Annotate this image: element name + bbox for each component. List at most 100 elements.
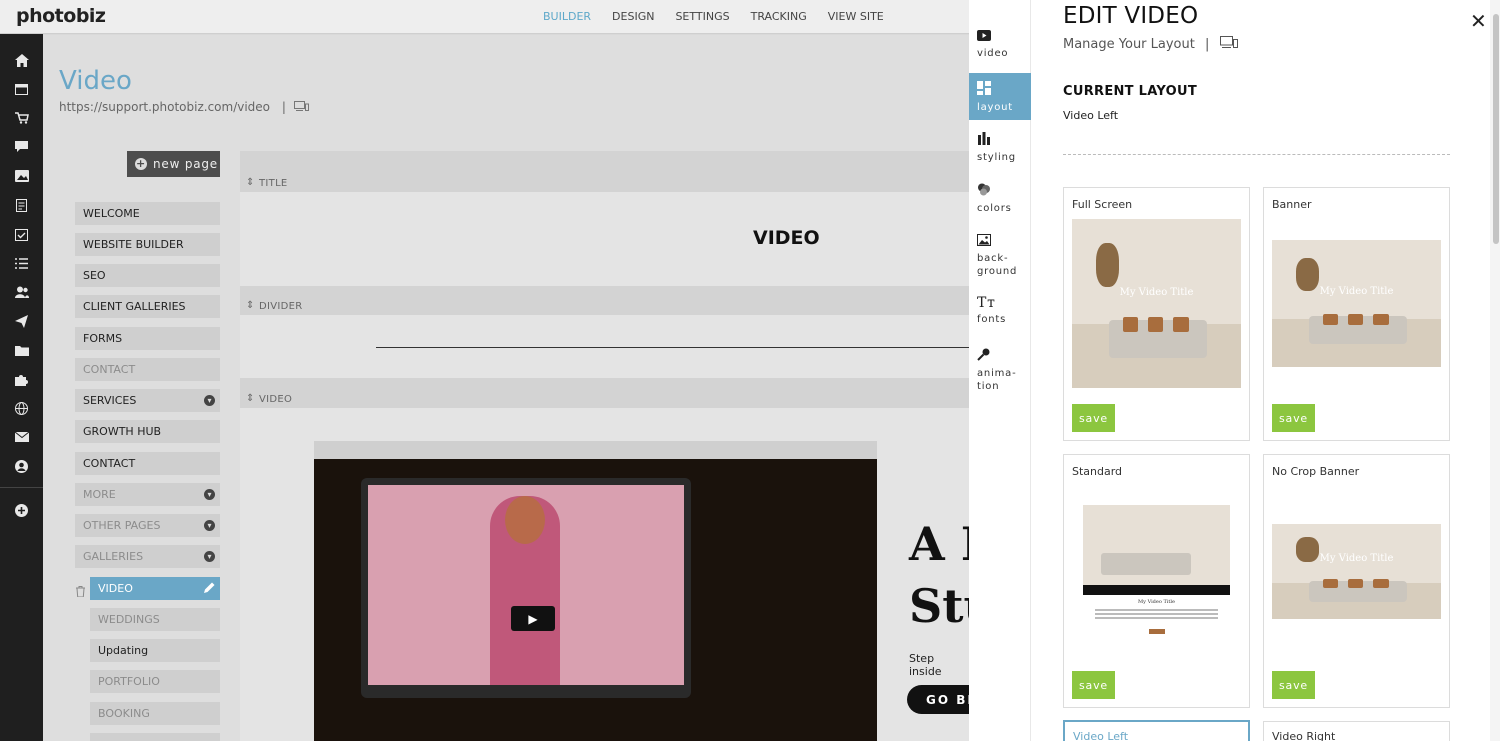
page-item-contact[interactable]: CONTACT xyxy=(75,452,220,475)
chat-icon[interactable] xyxy=(0,136,43,158)
thumb-title: My Video Title xyxy=(1119,286,1194,298)
subpage-item-video[interactable]: VIDEO xyxy=(90,577,220,600)
styling-icon xyxy=(977,132,1031,148)
person-head xyxy=(505,496,545,544)
calendar-check-icon[interactable] xyxy=(0,223,43,245)
devices-icon[interactable] xyxy=(293,100,309,114)
chevron-down-icon[interactable]: ▾ xyxy=(204,551,215,562)
section-label-video: VIDEO xyxy=(259,394,293,405)
home-icon[interactable] xyxy=(0,49,43,71)
layout-thumbnail: My Video Title xyxy=(1272,524,1441,619)
send-icon[interactable] xyxy=(0,310,43,332)
tab-label: colors xyxy=(977,203,1012,214)
play-icon[interactable]: ▶ xyxy=(511,606,555,631)
chevron-down-icon[interactable]: ▾ xyxy=(204,395,215,406)
chevron-down-icon[interactable]: ▾ xyxy=(204,520,215,531)
video-top-strip xyxy=(314,441,877,459)
thumb-pillow xyxy=(1348,313,1364,326)
image-icon[interactable] xyxy=(0,165,43,187)
page-item-label: OTHER PAGES xyxy=(83,519,161,532)
close-icon[interactable]: ✕ xyxy=(1470,9,1487,33)
user-icon[interactable] xyxy=(0,455,43,477)
drag-handle-icon[interactable]: ⇕ xyxy=(246,393,255,404)
folder-icon[interactable] xyxy=(0,339,43,361)
nav-design[interactable]: DESIGN xyxy=(612,10,654,23)
nav-tracking[interactable]: TRACKING xyxy=(751,10,807,23)
layout-card-banner[interactable]: Banner My Video Title save xyxy=(1263,187,1450,441)
page-item-client-galleries[interactable]: CLIENT GALLERIES xyxy=(75,295,220,318)
save-button[interactable]: save xyxy=(1272,671,1315,699)
editor-subtitle-text: Manage Your Layout xyxy=(1063,37,1195,52)
layout-card-video-right[interactable]: Video Right xyxy=(1263,721,1450,741)
puzzle-icon[interactable] xyxy=(0,368,43,390)
section-divider[interactable] xyxy=(240,315,969,378)
calendar-icon[interactable] xyxy=(0,78,43,100)
fonts-icon: Tт xyxy=(977,295,996,311)
tab-video[interactable]: video xyxy=(969,30,1031,70)
drag-handle-icon[interactable]: ⇕ xyxy=(246,300,255,311)
tab-styling[interactable]: styling xyxy=(969,132,1031,172)
tab-layout[interactable]: layout xyxy=(969,73,1031,120)
thumb-sofa xyxy=(1101,553,1191,575)
layout-card-video-left[interactable]: Video Left xyxy=(1063,720,1250,741)
page-item-growth-hub[interactable]: GROWTH HUB xyxy=(75,420,220,443)
tab-background[interactable]: back-ground xyxy=(969,234,1031,284)
background-icon xyxy=(977,234,1031,249)
edit-pencil-icon[interactable] xyxy=(204,582,215,596)
page-item-label: PORTFOLIO xyxy=(98,675,160,688)
list-icon[interactable] xyxy=(0,252,43,274)
save-button[interactable]: save xyxy=(1072,671,1115,699)
page-item-label: FORMS xyxy=(83,332,123,345)
subpage-item-portfolio[interactable]: PORTFOLIO xyxy=(90,670,220,693)
tab-animation[interactable]: anima-tion xyxy=(969,348,1031,398)
nav-builder[interactable]: BUILDER xyxy=(543,10,591,23)
page-item-more[interactable]: MORE ▾ xyxy=(75,483,220,506)
globe-icon[interactable] xyxy=(0,397,43,419)
thumb-pillow xyxy=(1373,579,1389,588)
layout-card-no-crop-banner[interactable]: No Crop Banner My Video Title save xyxy=(1263,454,1450,708)
section-title[interactable]: VIDEO xyxy=(240,192,969,286)
layout-name: Banner xyxy=(1272,198,1312,211)
drag-handle-icon[interactable]: ⇕ xyxy=(246,177,255,188)
page-item-seo[interactable]: SEO xyxy=(75,264,220,287)
cart-icon[interactable] xyxy=(0,107,43,129)
save-button[interactable]: save xyxy=(1072,404,1115,432)
contacts-icon[interactable] xyxy=(0,281,43,303)
thumb-text-line xyxy=(1094,617,1219,619)
trash-icon[interactable] xyxy=(76,582,85,601)
page-url-text[interactable]: https://support.photobiz.com/video xyxy=(59,100,270,114)
page-item-other-pages[interactable]: OTHER PAGES ▾ xyxy=(75,514,220,537)
chevron-down-icon[interactable]: ▾ xyxy=(204,489,215,500)
mail-icon[interactable] xyxy=(0,426,43,448)
new-page-button[interactable]: + new page xyxy=(127,151,220,177)
page-item-services[interactable]: SERVICES ▾ xyxy=(75,389,220,412)
tab-fonts[interactable]: Tт fonts xyxy=(969,295,1031,337)
page-item-website-builder[interactable]: WEBSITE BUILDER xyxy=(75,233,220,256)
tab-label: styling xyxy=(977,152,1016,163)
devices-icon[interactable] xyxy=(1219,36,1238,52)
photobiz-logo[interactable]: photobiz xyxy=(16,5,106,27)
page-item-contact-hidden[interactable]: CONTACT xyxy=(75,358,220,381)
thumb-title: My Video Title xyxy=(1319,285,1394,297)
subpage-item-booking[interactable]: BOOKING xyxy=(90,702,220,725)
nav-settings[interactable]: SETTINGS xyxy=(675,10,729,23)
document-icon[interactable] xyxy=(0,194,43,216)
page-item-galleries[interactable]: GALLERIES ▾ xyxy=(75,545,220,568)
editor-scroll-thumb[interactable] xyxy=(1493,14,1499,244)
page-item-forms[interactable]: FORMS xyxy=(75,327,220,350)
add-icon[interactable] xyxy=(0,499,43,521)
thumb-plant xyxy=(1095,242,1120,287)
subpage-item-partial[interactable] xyxy=(90,733,220,741)
layout-name: Video Left xyxy=(1073,730,1129,741)
layout-card-standard[interactable]: Standard My Video Title save xyxy=(1063,454,1250,708)
save-button[interactable]: save xyxy=(1272,404,1315,432)
tab-colors[interactable]: colors xyxy=(969,183,1031,223)
subpage-item-updating[interactable]: Updating xyxy=(90,639,220,662)
tab-label: layout xyxy=(977,102,1014,113)
nav-view-site[interactable]: VIEW SITE xyxy=(828,10,884,23)
page-item-label: GALLERIES xyxy=(83,550,144,563)
tab-label: video xyxy=(977,48,1009,59)
layout-card-full-screen[interactable]: Full Screen My Video Title save xyxy=(1063,187,1250,441)
page-item-welcome[interactable]: WELCOME xyxy=(75,202,220,225)
subpage-item-weddings[interactable]: WEDDINGS xyxy=(90,608,220,631)
